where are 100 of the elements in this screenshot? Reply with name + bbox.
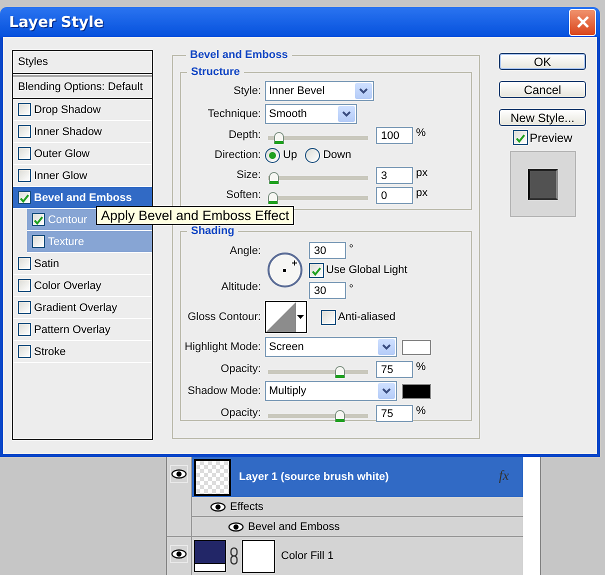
dialog-button[interactable]: Cancel xyxy=(499,81,586,98)
dropdown[interactable]: Inner Bevel xyxy=(265,81,374,101)
dropdown[interactable]: Smooth xyxy=(265,104,357,124)
layer-name: Layer 1 (source brush white) xyxy=(239,471,389,483)
radio-button[interactable] xyxy=(305,148,320,162)
radio-label[interactable]: Up xyxy=(283,149,298,161)
input-field[interactable]: 3 xyxy=(376,166,413,184)
unit-label: ° xyxy=(349,243,354,255)
eye-icon[interactable] xyxy=(210,502,226,512)
checkbox[interactable] xyxy=(512,130,528,145)
field-label: Shadow Mode: xyxy=(186,385,262,397)
unit-label: px xyxy=(416,167,428,179)
slider-thumb[interactable] xyxy=(335,366,345,378)
visibility-toggle[interactable] xyxy=(170,545,188,563)
group-title: Shading xyxy=(190,225,236,237)
list-item[interactable]: Outer Glow xyxy=(34,148,90,160)
group-title: Structure xyxy=(190,66,241,78)
dropdown[interactable]: Multiply xyxy=(265,381,397,401)
visibility-toggle[interactable] xyxy=(170,465,188,483)
layer-row[interactable]: Color Fill 1 xyxy=(192,537,523,575)
slider-thumb[interactable] xyxy=(269,172,279,184)
field-label: Direction: xyxy=(214,149,262,161)
effect-label[interactable]: Effects xyxy=(230,500,264,512)
contour-curve-icon xyxy=(266,302,296,332)
checkbox[interactable] xyxy=(32,213,45,226)
checkbox-label[interactable]: Use Global Light xyxy=(326,264,408,276)
field-label: Size: xyxy=(236,169,262,181)
slider-thumb[interactable] xyxy=(335,410,345,422)
dialog-button[interactable]: New Style... xyxy=(499,109,586,126)
layer-thumbnail xyxy=(194,458,231,496)
list-item[interactable]: Stroke xyxy=(34,346,66,358)
list-item[interactable]: Gradient Overlay xyxy=(34,302,118,314)
checkbox[interactable] xyxy=(18,301,31,314)
field-label: Style: xyxy=(232,85,262,97)
checkbox[interactable] xyxy=(18,257,31,270)
list-item[interactable]: Blending Options: Default xyxy=(13,75,152,99)
list-header[interactable]: Styles xyxy=(13,51,152,74)
field-label: Opacity: xyxy=(220,363,262,375)
checkbox-label[interactable]: Anti-aliased xyxy=(338,311,396,323)
list-item[interactable]: Color Overlay xyxy=(34,280,102,292)
eye-icon xyxy=(171,469,187,479)
unit-label: ° xyxy=(349,283,354,295)
eye-icon[interactable] xyxy=(228,522,244,532)
effect-label[interactable]: Bevel and Emboss xyxy=(248,520,340,532)
checkbox[interactable] xyxy=(18,103,31,116)
checkbox[interactable] xyxy=(18,191,31,204)
color-swatch[interactable] xyxy=(402,384,431,398)
checkbox[interactable] xyxy=(18,345,31,358)
checkbox[interactable] xyxy=(32,235,45,248)
checkbox-label[interactable]: Preview xyxy=(530,130,572,144)
input-field[interactable]: 75 xyxy=(376,360,413,378)
radio-button[interactable] xyxy=(265,148,280,162)
checkbox[interactable] xyxy=(18,323,31,336)
contour-picker[interactable] xyxy=(265,301,307,333)
caret-icon xyxy=(355,83,372,99)
input-field[interactable]: 30 xyxy=(309,282,346,298)
field-label: Highlight Mode: xyxy=(184,341,262,353)
color-swatch[interactable] xyxy=(402,340,431,354)
unit-label: % xyxy=(416,405,426,417)
caret-icon xyxy=(338,106,355,122)
list-item[interactable]: Inner Shadow xyxy=(34,126,102,138)
field-label: Angle: xyxy=(228,245,262,257)
field-label: Technique: xyxy=(206,108,262,120)
checkbox[interactable] xyxy=(321,310,336,324)
checkbox[interactable] xyxy=(18,279,31,292)
unit-label: % xyxy=(416,361,426,373)
radio-label[interactable]: Down xyxy=(323,149,352,161)
checkbox[interactable] xyxy=(18,125,31,138)
input-field[interactable]: 75 xyxy=(376,404,413,422)
checkbox[interactable] xyxy=(18,169,31,182)
caret-icon xyxy=(297,315,304,319)
list-item[interactable]: Inner Glow xyxy=(34,170,88,182)
close-icon xyxy=(576,15,590,29)
checkbox[interactable] xyxy=(18,147,31,160)
list-item[interactable]: Drop Shadow xyxy=(34,104,101,116)
list-item[interactable]: Satin xyxy=(34,258,60,270)
caret-icon xyxy=(378,339,395,355)
input-field[interactable]: 30 xyxy=(309,242,346,258)
layer-name: Color Fill 1 xyxy=(281,550,334,562)
list-item[interactable]: Pattern Overlay xyxy=(34,324,110,336)
slider-thumb[interactable] xyxy=(274,132,284,144)
field-label: Depth: xyxy=(228,129,262,141)
unit-label: px xyxy=(416,187,428,199)
input-field[interactable]: 100 xyxy=(376,126,413,144)
layer-row[interactable]: Layer 1 (source brush white) fx xyxy=(192,457,523,497)
slider-thumb[interactable] xyxy=(268,192,278,204)
dialog-button[interactable]: OK xyxy=(499,53,586,70)
field-label: Altitude: xyxy=(220,281,262,293)
field-label: Soften: xyxy=(225,189,262,201)
input-field[interactable]: 0 xyxy=(376,186,413,204)
field-label: Opacity: xyxy=(220,407,262,419)
field-label: Gloss Contour: xyxy=(186,311,262,323)
scrollbar-track[interactable] xyxy=(523,457,541,575)
window-title: Layer Style xyxy=(9,13,104,31)
eye-icon xyxy=(171,549,187,559)
dropdown[interactable]: Screen xyxy=(265,337,397,357)
close-button[interactable] xyxy=(569,8,596,36)
angle-dial[interactable] xyxy=(267,252,303,288)
tooltip: Apply Bevel and Emboss Effect xyxy=(96,206,294,225)
checkbox[interactable] xyxy=(309,262,324,278)
